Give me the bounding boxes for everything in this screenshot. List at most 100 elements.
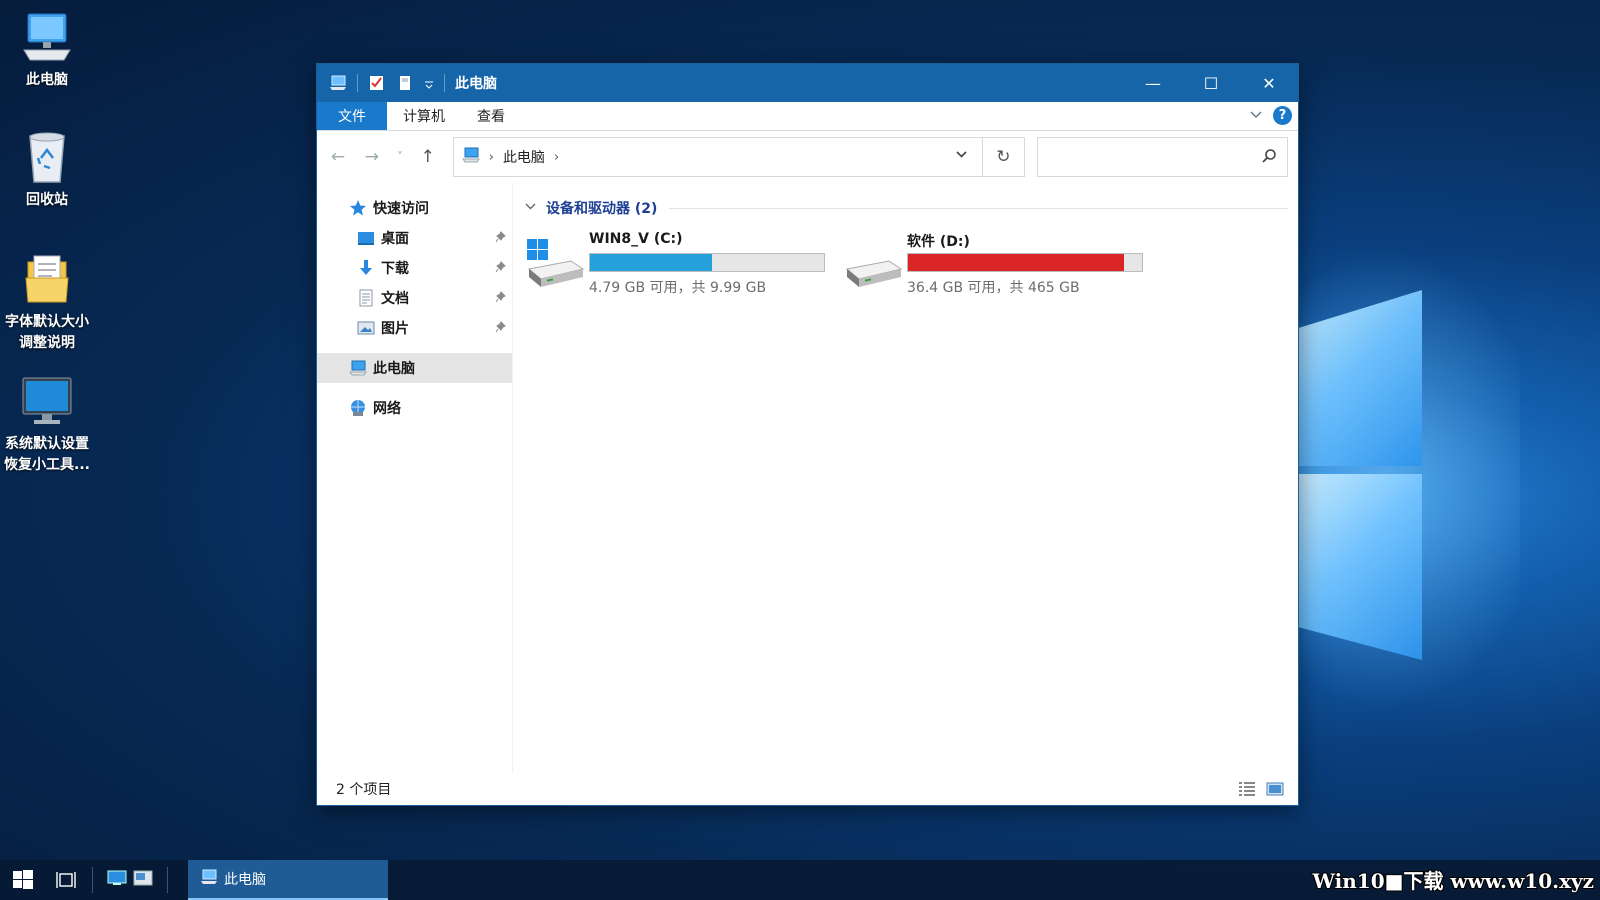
- tab-view[interactable]: 查看: [461, 102, 521, 130]
- breadcrumb-chevron-icon[interactable]: ›: [554, 150, 559, 165]
- drive-name: 软件 (D:): [907, 234, 970, 250]
- breadcrumb-this-pc[interactable]: 此电脑: [503, 147, 545, 167]
- pictures-icon: [357, 319, 375, 337]
- pin-icon[interactable]: [495, 321, 506, 336]
- drive-usage-fill: [908, 254, 1124, 271]
- pin-icon[interactable]: [495, 231, 506, 246]
- sidebar-item-downloads[interactable]: 下载: [317, 253, 512, 283]
- new-folder-icon[interactable]: [396, 74, 414, 92]
- help-icon[interactable]: ?: [1273, 106, 1292, 125]
- desktop-icon-this-pc[interactable]: 此电脑: [0, 10, 94, 91]
- desktop-folder-icon: [357, 229, 375, 247]
- maximize-button[interactable]: ☐: [1182, 64, 1240, 102]
- item-count: 2 个项目: [336, 782, 392, 798]
- drive-item-d[interactable]: 软件 (D:) 36.4 GB 可用，共 465 GB: [843, 225, 1161, 299]
- collapse-chevron-icon[interactable]: [525, 201, 536, 215]
- navigation-pane: 快速访问 桌面 下载 文档 图片 此电脑 网络: [317, 183, 513, 773]
- document-folder-icon: [20, 252, 74, 306]
- recycle-bin-icon: [20, 130, 74, 184]
- window-title: 此电脑: [455, 76, 497, 92]
- drive-size-text: 4.79 GB 可用，共 9.99 GB: [589, 280, 767, 296]
- sidebar-item-quick-access[interactable]: 快速访问: [317, 193, 512, 223]
- taskbar-app-this-pc[interactable]: 此电脑: [188, 860, 388, 900]
- taskbar: 此电脑 Win10■下载 www.w10.xyz: [0, 860, 1600, 900]
- taskbar-separator: [167, 867, 168, 893]
- title-bar[interactable]: 此电脑 — ☐ ✕: [317, 64, 1298, 102]
- sidebar-item-label: 快速访问: [373, 201, 429, 217]
- drive-size-text: 36.4 GB 可用，共 465 GB: [907, 280, 1080, 296]
- breadcrumb-chevron-icon[interactable]: ›: [489, 150, 494, 165]
- navigation-bar: ← → ˅ ↑ › 此电脑 › ↻: [317, 131, 1298, 183]
- toolbar-separator: [444, 74, 445, 92]
- this-pc-small-icon: [200, 869, 218, 889]
- address-bar[interactable]: › 此电脑 ›: [452, 137, 983, 177]
- desktop-icon-label-line1: 系统默认设置: [5, 436, 89, 452]
- desktop-icon-label-line2: 恢复小工具...: [4, 457, 90, 473]
- back-button[interactable]: ←: [327, 147, 349, 167]
- desktop-icon-label: 此电脑: [26, 72, 68, 88]
- recent-locations-button[interactable]: ˅: [395, 150, 405, 164]
- show-desktop-icon[interactable]: [107, 870, 127, 890]
- details-view-icon[interactable]: [1238, 781, 1256, 801]
- desktop-icon-label-line1: 字体默认大小: [5, 314, 89, 330]
- group-header[interactable]: 设备和驱动器 (2): [525, 195, 1288, 221]
- sidebar-item-label: 下载: [381, 261, 409, 277]
- start-button[interactable]: [0, 860, 46, 900]
- documents-icon: [357, 289, 375, 307]
- windows-logo-icon: [13, 870, 33, 889]
- sidebar-item-this-pc[interactable]: 此电脑: [317, 353, 512, 383]
- drive-name: WIN8_V (C:): [589, 231, 683, 247]
- tab-file[interactable]: 文件: [317, 102, 387, 130]
- sidebar-item-network[interactable]: 网络: [317, 393, 512, 423]
- close-button[interactable]: ✕: [1240, 64, 1298, 102]
- wallpaper-windows-logo: [1296, 280, 1436, 680]
- pin-icon[interactable]: [495, 261, 506, 276]
- desktop-icon-recycle-bin[interactable]: 回收站: [0, 130, 94, 211]
- address-dropdown-icon[interactable]: [955, 148, 968, 165]
- drive-item-c[interactable]: WIN8_V (C:) 4.79 GB 可用，共 9.99 GB: [525, 225, 843, 299]
- properties-icon[interactable]: [368, 74, 386, 92]
- tab-computer[interactable]: 计算机: [387, 102, 461, 130]
- toolbar-separator: [357, 74, 358, 92]
- window-controls: — ☐ ✕: [1124, 64, 1298, 102]
- drive-list: WIN8_V (C:) 4.79 GB 可用，共 9.99 GB 软件 (D:)…: [525, 225, 1288, 299]
- up-button[interactable]: ↑: [417, 147, 439, 167]
- group-title: 设备和驱动器 (2): [546, 201, 658, 217]
- monitor-icon: [20, 374, 74, 428]
- computer-icon: [20, 10, 74, 64]
- taskbar-separator: [92, 867, 93, 893]
- group-divider: [669, 207, 1288, 209]
- sidebar-item-desktop[interactable]: 桌面: [317, 223, 512, 253]
- drive-usage-fill: [590, 254, 712, 271]
- sidebar-item-pictures[interactable]: 图片: [317, 313, 512, 343]
- switch-windows-icon[interactable]: [133, 870, 153, 890]
- pin-icon[interactable]: [495, 291, 506, 306]
- sidebar-item-label: 文档: [381, 291, 409, 307]
- desktop-icon-font-guide[interactable]: 字体默认大小 调整说明: [0, 252, 94, 354]
- status-bar: 2 个项目: [317, 773, 1298, 805]
- large-icons-view-icon[interactable]: [1266, 781, 1284, 801]
- site-watermark: Win10■下载 www.w10.xyz: [1312, 869, 1594, 893]
- ribbon-tabs: 文件 计算机 查看 ?: [317, 102, 1298, 131]
- network-icon: [349, 399, 367, 417]
- drive-usage-bar: [589, 253, 825, 272]
- sidebar-item-label: 此电脑: [373, 361, 415, 377]
- desktop-icon-restore-tool[interactable]: 系统默认设置 恢复小工具...: [0, 374, 94, 476]
- quick-access-toolbar: [317, 74, 445, 92]
- minimize-button[interactable]: —: [1124, 64, 1182, 102]
- system-drive-icon: [525, 239, 585, 299]
- expand-ribbon-icon[interactable]: [1249, 107, 1263, 125]
- refresh-button[interactable]: ↻: [982, 137, 1025, 177]
- forward-button[interactable]: →: [361, 147, 383, 167]
- sidebar-item-documents[interactable]: 文档: [317, 283, 512, 313]
- task-view-icon: [56, 872, 76, 888]
- search-box[interactable]: [1036, 137, 1288, 177]
- search-input[interactable]: [1045, 138, 1256, 174]
- customize-dropdown-icon[interactable]: [424, 74, 434, 92]
- task-view-button[interactable]: [46, 860, 86, 900]
- search-icon[interactable]: [1261, 148, 1277, 168]
- quick-launch: [99, 870, 161, 890]
- this-pc-small-icon: [329, 74, 347, 92]
- desktop-icon-label: 回收站: [26, 192, 68, 208]
- taskbar-app-label: 此电脑: [224, 872, 266, 888]
